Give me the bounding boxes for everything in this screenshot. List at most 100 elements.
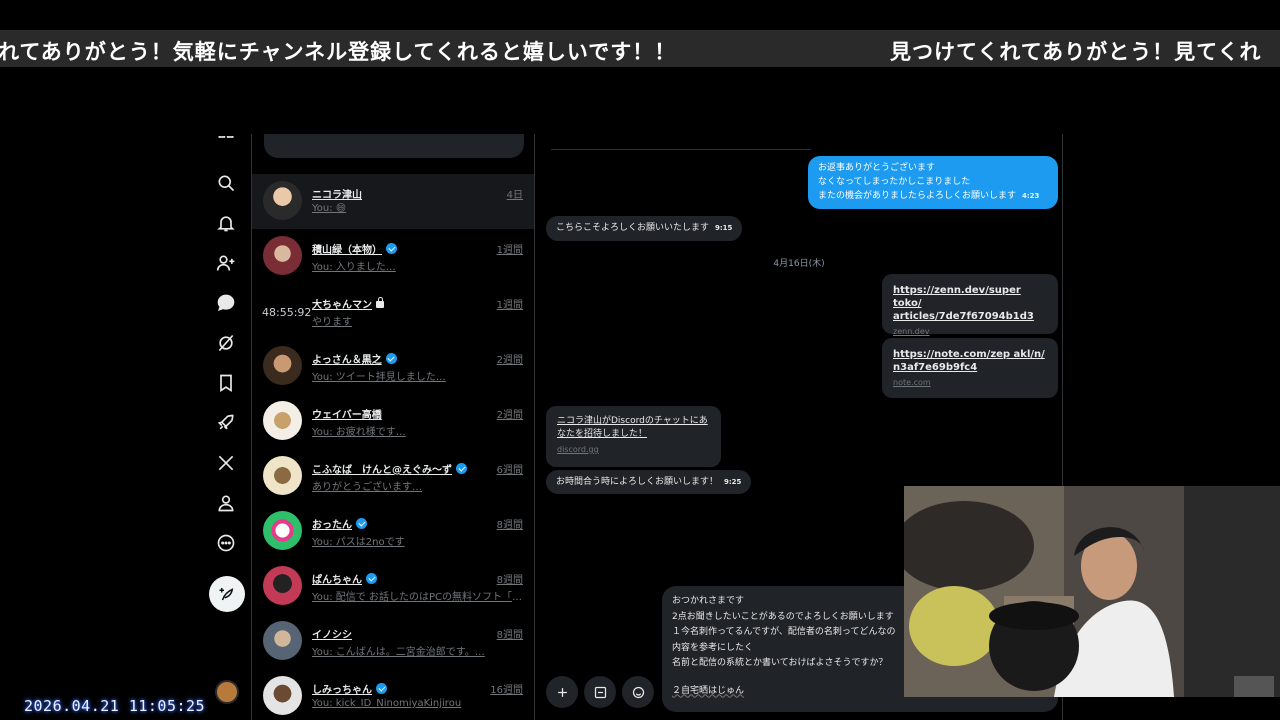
dm-search-box[interactable] (264, 134, 524, 158)
feather-plus-icon (219, 588, 234, 601)
link-title: articles/7de7f67094b1d3 (893, 311, 1034, 322)
discord-invite-card[interactable]: ニコラ津山がDiscordのチャットにあ なたを招待しました！ discord.… (546, 406, 721, 467)
add-attachment-button[interactable] (546, 676, 578, 708)
avatar (263, 236, 302, 275)
conversation-preview: You: 😄 (312, 203, 347, 214)
avatar (263, 181, 302, 220)
profile-icon[interactable] (214, 491, 238, 515)
conversation-name: イノシシ (312, 630, 352, 641)
avatar (263, 456, 302, 495)
conversation-name: 積山緑（本物） (312, 241, 397, 256)
message-time: 9:15 (715, 224, 733, 232)
conversation-time: 8週間 (496, 575, 523, 586)
conversation-time: 1週間 (496, 245, 523, 256)
conversation-time: 4日 (506, 190, 523, 201)
conversation-row[interactable]: 積山緑（本物） 1週間 You: 入りました… (252, 229, 534, 284)
divider (551, 149, 811, 150)
ticker-text-left: れてありがとう！気軽にチャンネル登録してくれると嬉しいです！！ (0, 39, 677, 64)
more-icon[interactable] (214, 531, 238, 555)
avatar (263, 511, 302, 550)
gif-icon (594, 686, 606, 698)
emoji-button[interactable] (622, 676, 654, 708)
lock-icon (376, 297, 384, 308)
message-time: 4:23 (1022, 192, 1040, 200)
conversation-time: 6週間 (496, 465, 523, 476)
compose-post-button[interactable] (209, 576, 245, 612)
link-title: n3af7e69b9fc4 (893, 362, 978, 373)
message-icon[interactable] (214, 291, 238, 315)
date-separator: 4月16日(木) (773, 259, 825, 269)
conversation-name: ニコラ津山 (312, 190, 362, 201)
bell-icon[interactable] (214, 211, 238, 235)
message-text: こちらこそよろしくお願いいたします (556, 223, 710, 233)
conversation-preview: You: パスは2noです (312, 537, 405, 548)
ticker-text-right: 見つけてくれてありがとう！見てくれ (890, 39, 1262, 64)
link-host: note.com (893, 378, 931, 387)
conversation-time: 8週間 (496, 630, 523, 641)
conversation-row[interactable]: 48:55:92 大ちゃんマン 1週間 やります (252, 284, 534, 339)
message-line: お返事ありがとうございます (818, 163, 936, 173)
conversation-preview: You: kick_ID_NinomiyaKinjirou (312, 698, 462, 709)
conversation-row[interactable]: ウェイバー高橋 2週間 You: お疲れ様です… (252, 394, 534, 449)
avatar (263, 346, 302, 385)
stream-clock: 2026.04.21 11:05:25 (24, 697, 206, 715)
conversation-preview: ありがとうございます… (312, 482, 422, 493)
search-icon[interactable] (214, 171, 238, 195)
conversation-row[interactable]: しみっちゃん 16週間 You: kick_ID_NinomiyaKinjiro… (252, 669, 534, 720)
conversation-row[interactable]: よっさん＆黒之 2週間 You: ツイート拝見しました… (252, 339, 534, 394)
invite-title: ニコラ津山がDiscordのチャットにあ (557, 416, 708, 426)
verified-badge-icon (385, 353, 397, 364)
left-nav (200, 134, 252, 720)
message-line: なくなってしまったかしこまりました (818, 177, 971, 187)
verified-badge-icon (386, 243, 397, 254)
conversation-time: 16週間 (490, 685, 523, 696)
verified-badge-icon (366, 573, 377, 584)
scrolling-ticker: れてありがとう！気軽にチャンネル登録してくれると嬉しいです！！ 見つけてくれてあ… (0, 30, 1280, 67)
message-text: お時間合う時によろしくお願いします！ (556, 477, 719, 487)
link-card[interactable]: https://zenn.dev/super toko/ articles/7d… (882, 274, 1058, 336)
conversation-preview: You: 配信で お話したのはPCの無料ソフト「わん… (312, 592, 524, 603)
conversation-time: 2週間 (496, 410, 523, 421)
verified-badge-icon (456, 463, 467, 474)
link-title: https://zenn.dev/super toko/ (893, 285, 1021, 309)
plus-icon (557, 687, 567, 697)
message-line: またの機会がありましたらよろしくお願いします 4:23 (818, 191, 1040, 201)
conversation-name: しみっちゃん (312, 681, 387, 696)
conversation-preview: You: お疲れ様です… (312, 427, 406, 438)
gif-button[interactable] (584, 676, 616, 708)
conversation-row[interactable]: おったん 8週間 You: パスは2noです (252, 504, 534, 559)
message-bubble-outgoing[interactable]: お返事ありがとうございます なくなってしまったかしこまりました またの機会があり… (808, 156, 1058, 209)
rocket-icon[interactable] (214, 411, 238, 435)
message-bubble-incoming[interactable]: お時間合う時によろしくお願いします！ 9:25 (546, 470, 752, 494)
message-time: 9:25 (724, 478, 742, 486)
bookmark-icon[interactable] (214, 371, 238, 395)
link-title: https://note.com/zep akl/n/ (893, 349, 1045, 360)
conversation-preview: You: ツイート拝見しました… (312, 372, 446, 383)
conversation-row[interactable]: ぱんちゃん 8週間 You: 配信で お話したのはPCの無料ソフト「わん… (252, 559, 534, 614)
verified-badge-icon (376, 683, 387, 694)
grok-icon[interactable] (214, 331, 238, 355)
home-icon[interactable] (214, 136, 238, 148)
conversation-name: こふなば けんと@えぐみ～ず (312, 461, 467, 476)
follow-icon[interactable] (214, 251, 238, 275)
link-host: zenn.dev (893, 327, 930, 336)
avatar (263, 676, 302, 715)
link-card[interactable]: https://note.com/zep akl/n/ n3af7e69b9fc… (882, 338, 1058, 398)
avatar (263, 621, 302, 660)
webcam-overlay (904, 486, 1280, 697)
conversation-row[interactable]: こふなば けんと@えぐみ～ず 6週間 ありがとうございます… (252, 449, 534, 504)
conversation-preview: やります (312, 317, 352, 328)
x-icon[interactable] (214, 451, 238, 475)
message-bubble-incoming[interactable]: こちらこそよろしくお願いいたします 9:15 (546, 216, 743, 241)
webcam-image (904, 486, 1280, 697)
conversation-row[interactable]: イノシシ 8週間 You: こんばんは。二宮金治郎です。… (252, 614, 534, 669)
conversation-list: ニコラ津山 4日 You: 😄 積山緑（本物） 1週間 You: 入りました… … (251, 134, 535, 720)
verified-badge-icon (356, 518, 367, 529)
invite-host: discord.gg (557, 445, 599, 454)
account-avatar[interactable] (215, 680, 239, 704)
conversation-preview: You: こんばんは。二宮金治郎です。… (312, 647, 485, 658)
conversation-row[interactable]: ニコラ津山 4日 You: 😄 (252, 174, 534, 229)
conversation-time: 2週間 (496, 355, 523, 366)
conversation-name: ウェイバー高橋 (312, 410, 382, 421)
conversation-preview: You: 入りました… (312, 262, 396, 273)
